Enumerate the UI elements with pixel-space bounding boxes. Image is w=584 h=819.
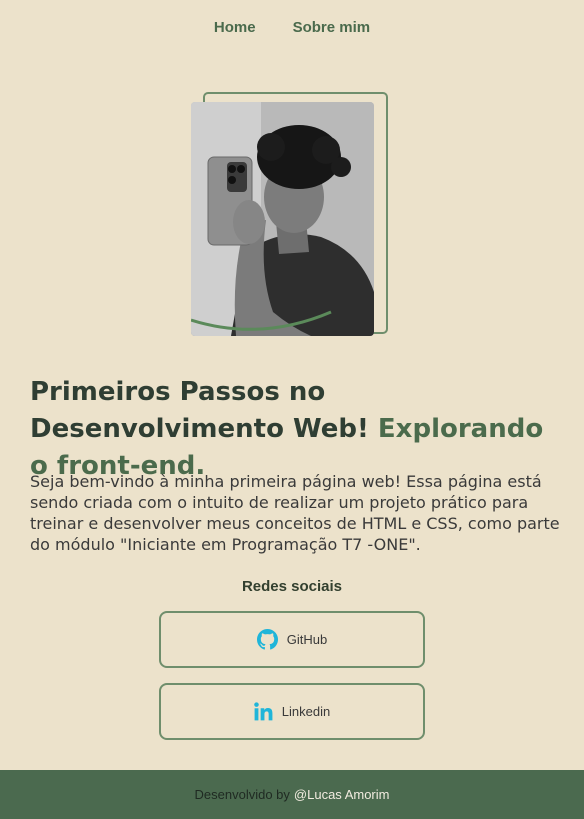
github-label: GitHub	[286, 632, 328, 647]
linkedin-label: Linkedin	[281, 704, 331, 719]
footer: Desenvolvido by @Lucas Amorim	[0, 770, 584, 819]
profile-photo-container	[191, 92, 389, 338]
social-section-title: Redes sociais	[241, 578, 343, 595]
top-nav: Home Sobre mim	[0, 18, 584, 38]
linkedin-icon	[254, 702, 273, 721]
profile-photo	[191, 102, 374, 336]
page-title-main: Primeiros Passos no Desenvolvimento Web!	[30, 377, 369, 444]
nav-link-home[interactable]: Home	[214, 18, 256, 38]
footer-prefix: Desenvolvido by	[194, 787, 290, 802]
footer-author: @Lucas Amorim	[293, 787, 390, 802]
nav-link-sobre-mim[interactable]: Sobre mim	[293, 18, 371, 38]
linkedin-button[interactable]: Linkedin	[159, 683, 425, 740]
page-title: Primeiros Passos no Desenvolvimento Web!…	[30, 374, 560, 485]
intro-paragraph: Seja bem-vindo à minha primeira página w…	[30, 472, 560, 554]
github-button[interactable]: GitHub	[159, 611, 425, 668]
github-icon	[256, 629, 278, 650]
page: Home Sobre mim Primeiros Passos no Desen…	[0, 0, 584, 819]
